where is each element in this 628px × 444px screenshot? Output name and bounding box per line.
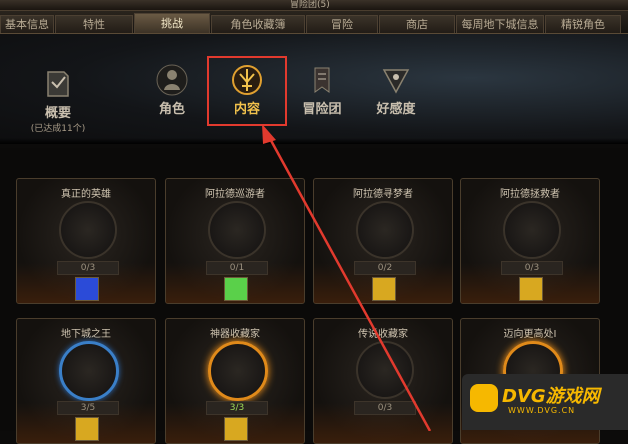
tab-2[interactable]: 挑战 <box>134 13 210 33</box>
watermark-logo: DVG游戏网 WWW.DVG.CN <box>462 374 628 430</box>
nav-adventure-label: 冒险团 <box>302 102 342 117</box>
achievement-card[interactable]: 神器收藏家 3/3 <box>165 318 305 444</box>
tab-bar: 基本信息 特性 挑战 角色收藏簿 冒险 商店 每周地下城信息 精锐角色 <box>0 11 628 34</box>
window-title-bar: 冒险团(5) <box>0 0 628 11</box>
nav-role[interactable]: 角色 <box>142 64 202 117</box>
reward-item-icon[interactable] <box>519 277 543 301</box>
achievement-card[interactable]: 阿拉德拯救者 0/3 <box>460 178 600 304</box>
window-title: 冒险团(5) <box>290 0 330 10</box>
tab-3[interactable]: 角色收藏簿 <box>211 15 305 33</box>
gamepad-icon <box>470 384 498 412</box>
favor-icon <box>380 64 412 96</box>
tab-5[interactable]: 商店 <box>379 15 455 33</box>
achievement-card[interactable]: 地下城之王 3/5 <box>16 318 156 444</box>
achievement-badge-icon <box>503 201 561 259</box>
reward-item-icon[interactable] <box>75 277 99 301</box>
card-title: 阿拉德巡游者 <box>205 189 265 200</box>
nav-role-label: 角色 <box>158 102 185 117</box>
card-title: 地下城之王 <box>61 329 111 340</box>
card-progress: 3/5 <box>57 401 119 415</box>
card-title: 迈向更高处I <box>503 329 557 340</box>
reward-item-icon[interactable] <box>75 417 99 441</box>
nav-overview[interactable]: 概要 (已达成11个) <box>28 68 88 134</box>
achievement-badge-icon <box>208 201 266 259</box>
banner-icon <box>306 64 338 96</box>
achievement-card[interactable]: 真正的英雄 0/3 <box>16 178 156 304</box>
card-progress: 0/3 <box>57 261 119 275</box>
nav-favor[interactable]: 好感度 <box>366 64 426 117</box>
highlight-box <box>207 56 287 126</box>
reward-item-icon[interactable] <box>372 277 396 301</box>
nav-overview-label: 概要 <box>44 106 71 121</box>
achievement-card[interactable]: 阿拉德巡游者 0/1 <box>165 178 305 304</box>
card-progress: 0/3 <box>354 401 416 415</box>
card-progress: 0/3 <box>501 261 563 275</box>
tab-0[interactable]: 基本信息 <box>0 15 54 33</box>
overview-icon <box>42 68 74 100</box>
card-title: 神器收藏家 <box>210 329 260 340</box>
card-progress: 0/2 <box>354 261 416 275</box>
card-title: 真正的英雄 <box>61 189 111 200</box>
achievement-badge-icon <box>356 341 414 399</box>
achievement-badge-icon <box>356 201 414 259</box>
nav-adventure[interactable]: 冒险团 <box>292 64 352 117</box>
category-nav: 概要 (已达成11个) 角色 内容 冒险团 好感度 <box>0 34 628 144</box>
achievement-card[interactable]: 传说收藏家 0/3 <box>313 318 453 444</box>
character-icon <box>156 64 188 96</box>
tab-7[interactable]: 精锐角色 <box>545 15 621 33</box>
reward-item-icon[interactable] <box>224 277 248 301</box>
card-title: 传说收藏家 <box>358 329 408 340</box>
tab-6[interactable]: 每周地下城信息 <box>456 15 544 33</box>
nav-favor-label: 好感度 <box>376 102 416 117</box>
card-title: 阿拉德拯救者 <box>500 189 560 200</box>
card-progress: 3/3 <box>206 401 268 415</box>
tab-1[interactable]: 特性 <box>55 15 133 33</box>
tab-4[interactable]: 冒险 <box>306 15 378 33</box>
card-title: 阿拉德寻梦者 <box>353 189 413 200</box>
watermark-brand: DVG游戏网 <box>502 386 600 407</box>
achievement-badge-icon <box>59 201 117 259</box>
card-progress: 0/1 <box>206 261 268 275</box>
reward-item-icon[interactable] <box>224 417 248 441</box>
achievement-card[interactable]: 阿拉德寻梦者 0/2 <box>313 178 453 304</box>
achievement-badge-icon <box>59 341 119 401</box>
achievement-badge-icon <box>208 341 268 401</box>
nav-overview-sub: (已达成11个) <box>30 124 86 134</box>
watermark-url: WWW.DVG.CN <box>508 406 576 415</box>
